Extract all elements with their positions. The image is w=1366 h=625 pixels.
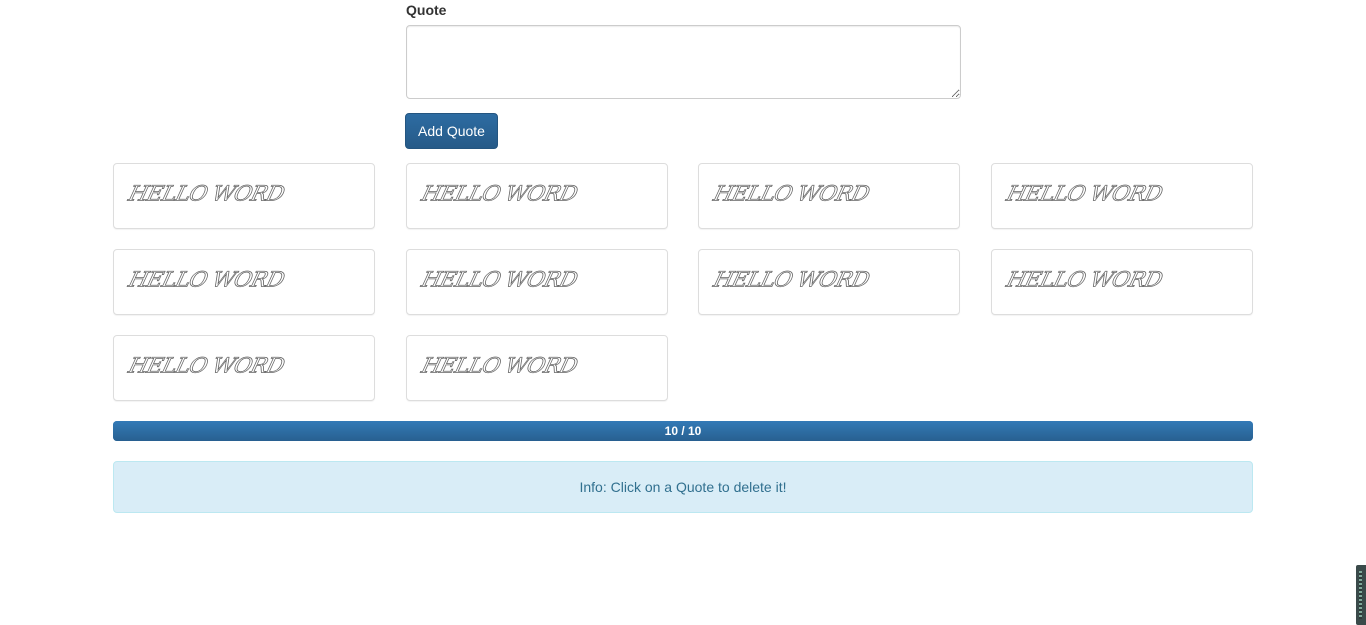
quote-text: HELLO WORD (1004, 268, 1165, 293)
quote-textarea[interactable] (406, 25, 961, 99)
quote-card[interactable]: HELLO WORD (113, 249, 375, 315)
progress-bar-label: 10 / 10 (113, 421, 1253, 441)
grip-icon (1359, 571, 1362, 619)
quote-text: HELLO WORD (126, 268, 287, 293)
add-quote-button[interactable]: Add Quote (405, 113, 498, 149)
quote-text: HELLO WORD (126, 182, 287, 207)
quote-text: HELLO WORD (1004, 182, 1165, 207)
scroll-handle[interactable] (1356, 565, 1366, 625)
quote-text: HELLO WORD (711, 182, 872, 207)
quote-card[interactable]: HELLO WORD (113, 335, 375, 401)
quote-card[interactable]: HELLO WORD (991, 249, 1253, 315)
page: Quote Add Quote HELLO WORD HELLO WORD HE… (0, 0, 1366, 625)
quote-progress: 10 / 10 (113, 421, 1253, 441)
quote-text: HELLO WORD (419, 354, 580, 379)
quote-text: HELLO WORD (419, 268, 580, 293)
quote-card[interactable]: HELLO WORD (113, 163, 375, 229)
quote-text: HELLO WORD (126, 354, 287, 379)
quote-card[interactable]: HELLO WORD (406, 249, 668, 315)
info-alert: Info: Click on a Quote to delete it! (113, 461, 1253, 513)
quote-text: HELLO WORD (711, 268, 872, 293)
quote-card[interactable]: HELLO WORD (406, 163, 668, 229)
quote-text: HELLO WORD (419, 182, 580, 207)
quote-card[interactable]: HELLO WORD (698, 163, 960, 229)
quote-card[interactable]: HELLO WORD (991, 163, 1253, 229)
quote-card[interactable]: HELLO WORD (698, 249, 960, 315)
quote-card[interactable]: HELLO WORD (406, 335, 668, 401)
quote-label: Quote (406, 2, 447, 18)
